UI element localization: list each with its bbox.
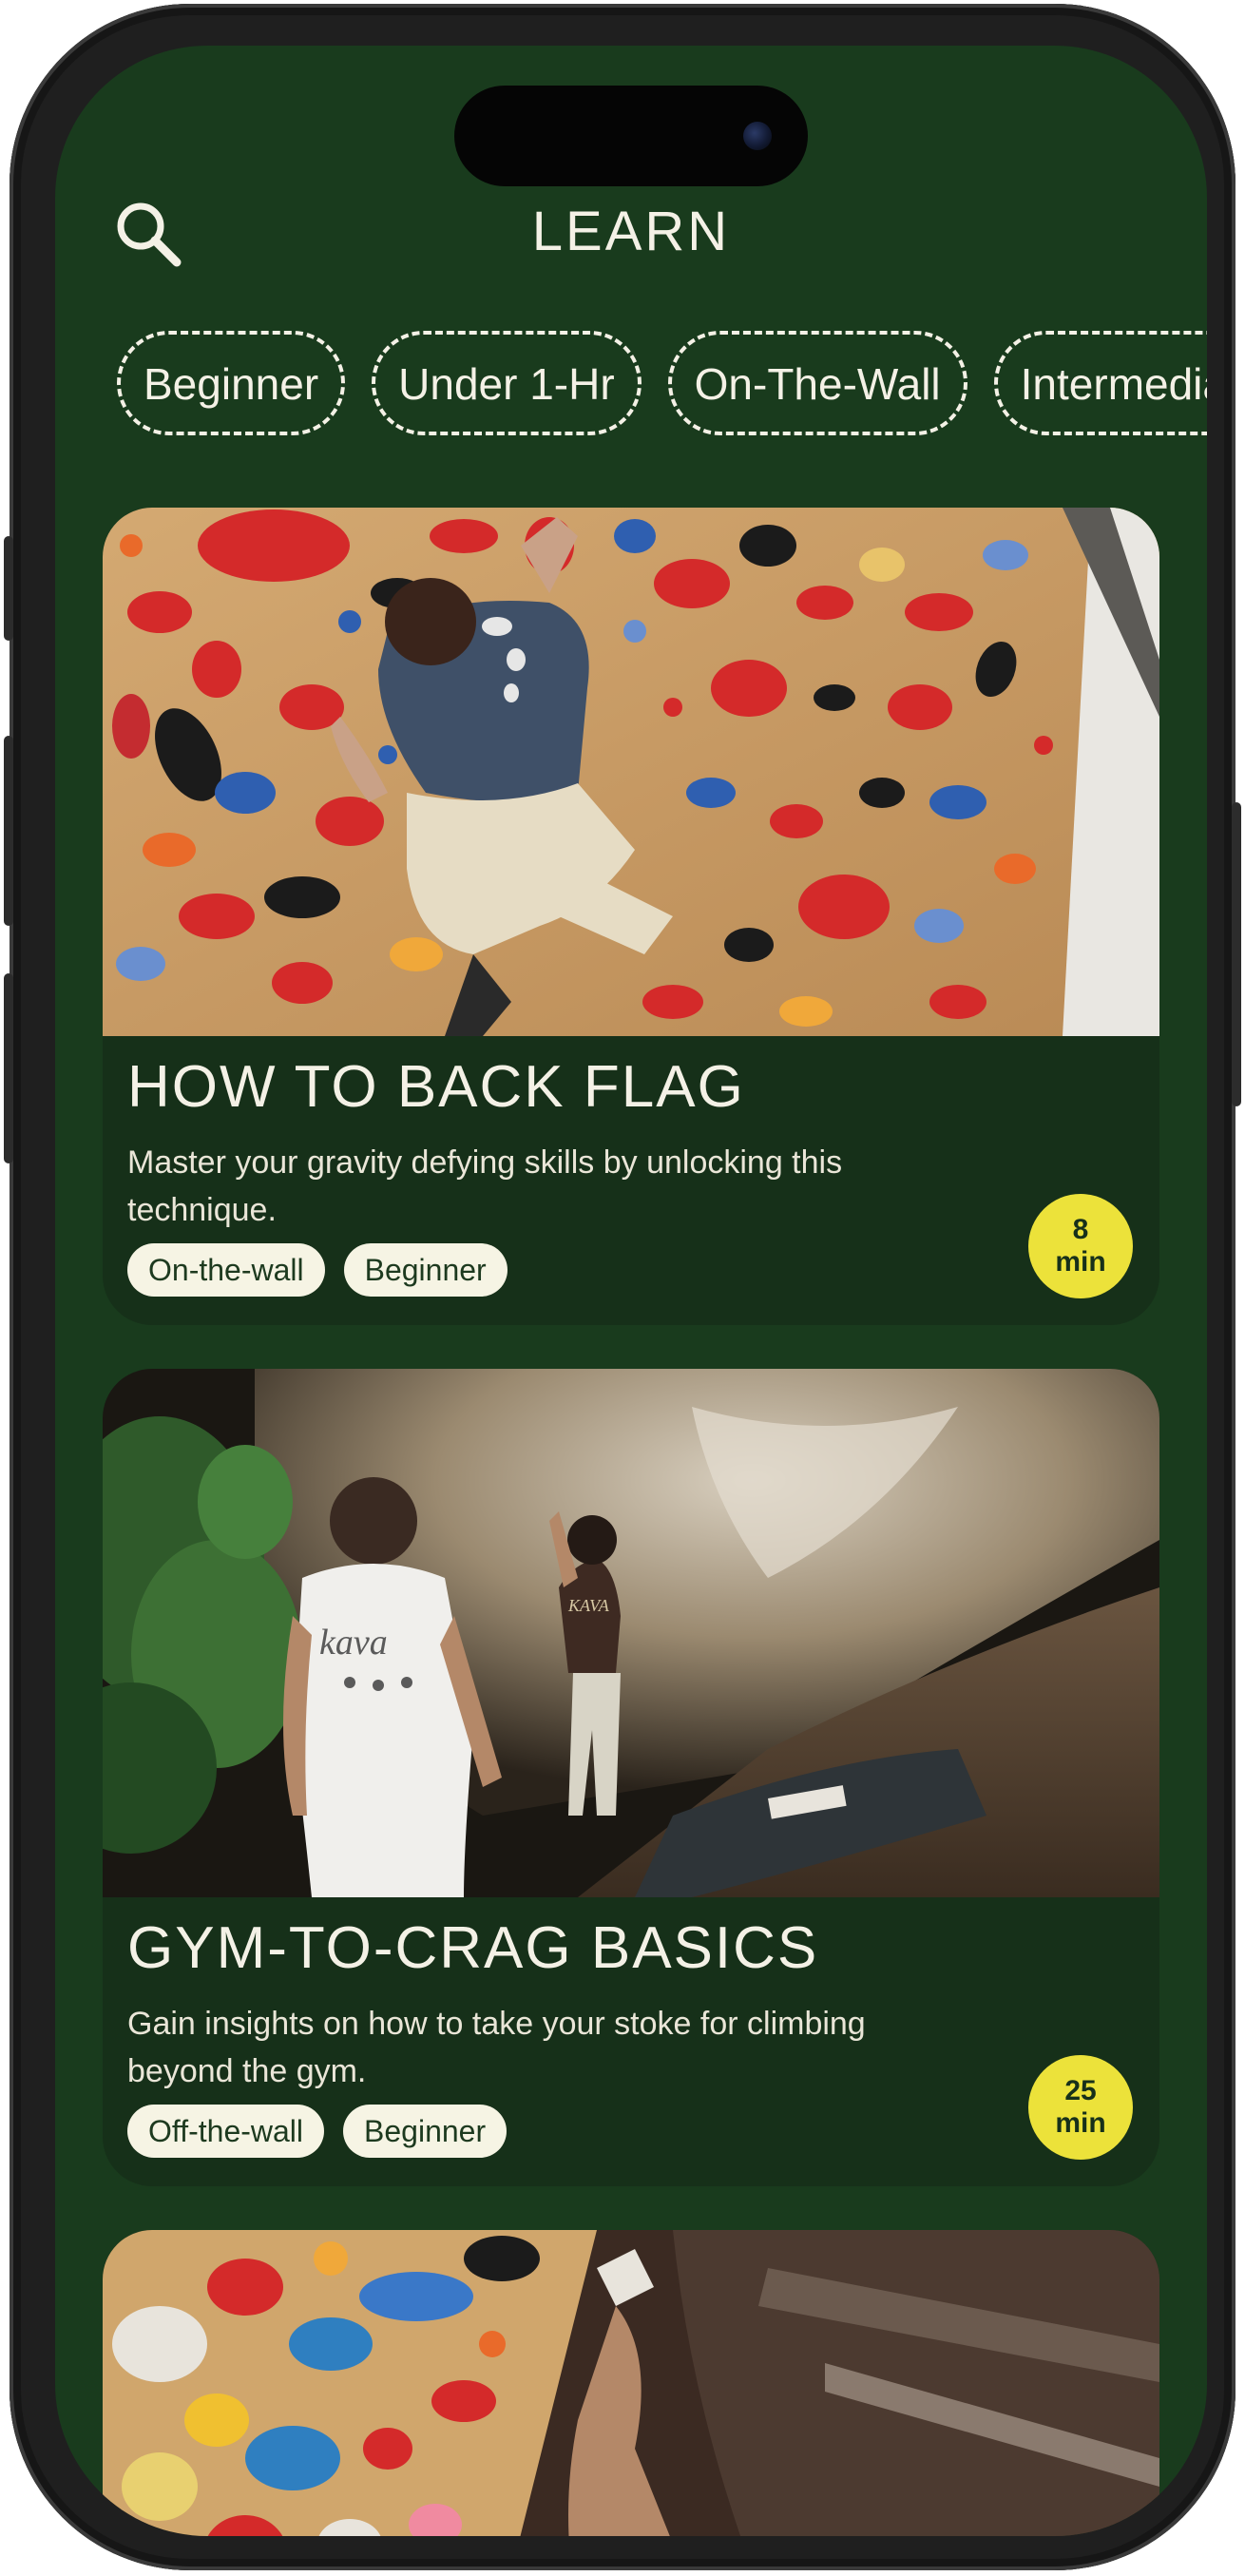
filter-chips: BeginnerUnder 1-HrOn-The-WallIntermediat… (117, 331, 1207, 441)
tag-on-the-wall[interactable]: On-the-wall (127, 1243, 325, 1297)
lesson-card-gym-to-crag[interactable]: KAVA kava GYM-TO-CRAG BASICS Gain insigh… (103, 1369, 1159, 2186)
lesson-title: HOW TO BACK FLAG (127, 1054, 745, 1120)
duration-value: 25 (1064, 2075, 1097, 2106)
svg-text:kava: kava (319, 1623, 388, 1663)
app-screen: LEARN Beginner Under 1-Hr On-The-Wall Inter… (55, 46, 1207, 2536)
filter-chip-under-1-hr[interactable]: Under 1-Hr (372, 331, 642, 435)
phone-frame: LEARN Beginner Under 1-Hr On-The-Wall Inter… (4, 4, 1241, 2570)
lesson-info: GYM-TO-CRAG BASICS Gain insights on how … (103, 1897, 1159, 2186)
lesson-description: Master your gravity defying skills by un… (127, 1144, 843, 1228)
lesson-tags: On-the-wall Beginner (127, 1243, 527, 1297)
power-button (1232, 802, 1241, 1106)
tag-off-the-wall[interactable]: Off-the-wall (127, 2105, 325, 2158)
lesson-description: Gain insights on how to take your stoke … (127, 2006, 866, 2089)
filter-chip-intermediate[interactable]: Intermediate (993, 331, 1207, 435)
volume-up-button (4, 736, 13, 926)
action-button (4, 536, 13, 641)
lesson-tags: Off-the-wall Beginner (127, 2105, 526, 2158)
lesson-card-third[interactable] (103, 2230, 1159, 2536)
filter-chip-on-the-wall[interactable]: On-The-Wall (667, 331, 967, 435)
camera-icon (743, 122, 772, 150)
duration-unit: min (1055, 2107, 1106, 2139)
app-header: LEARN (55, 188, 1207, 274)
duration-badge: 25 min (1028, 2055, 1133, 2160)
lesson-title: GYM-TO-CRAG BASICS (127, 1915, 819, 1981)
duration-value: 8 (1072, 1214, 1089, 1245)
tag-beginner[interactable]: Beginner (343, 2105, 508, 2158)
lesson-photo-third (103, 2230, 1159, 2536)
volume-down-button (4, 973, 13, 1163)
duration-unit: min (1055, 1246, 1106, 1278)
svg-text:KAVA: KAVA (567, 1596, 610, 1615)
dynamic-island (454, 86, 808, 186)
duration-badge: 8 min (1028, 1194, 1133, 1298)
lesson-card-back-flag[interactable]: HOW TO BACK FLAG Master your gravity def… (103, 508, 1159, 1325)
lesson-photo-back-flag (103, 508, 1159, 1036)
page-title: LEARN (531, 201, 731, 262)
tag-beginner[interactable]: Beginner (343, 1243, 508, 1297)
lesson-info: HOW TO BACK FLAG Master your gravity def… (103, 1036, 1159, 1325)
lesson-photo-gym-to-crag: KAVA kava (103, 1369, 1159, 1897)
filter-chip-beginner[interactable]: Beginner (117, 331, 346, 435)
